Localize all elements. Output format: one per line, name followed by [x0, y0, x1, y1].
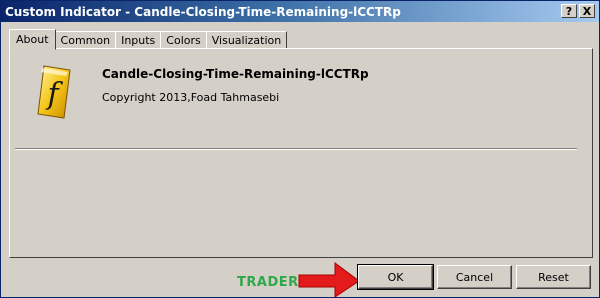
reset-button[interactable]: Reset: [516, 265, 591, 289]
tab-colors[interactable]: Colors: [160, 31, 207, 49]
separator: [15, 148, 577, 150]
tab-strip: About Common Inputs Colors Visualization: [9, 29, 288, 50]
tab-common[interactable]: Common: [54, 31, 117, 49]
watermark-part1: TRADER: [237, 275, 299, 290]
tab-about[interactable]: About: [9, 29, 56, 50]
title-bar[interactable]: Custom Indicator - Candle-Closing-Time-R…: [1, 1, 599, 22]
copyright-text: Copyright 2013,Foad Tahmasebi: [102, 91, 280, 104]
close-button[interactable]: X: [579, 4, 595, 18]
tab-visualization[interactable]: Visualization: [205, 31, 288, 49]
cancel-button[interactable]: Cancel: [437, 265, 512, 289]
function-f-icon: f: [37, 65, 71, 119]
tab-inputs[interactable]: Inputs: [115, 31, 162, 49]
ok-button[interactable]: OK: [357, 264, 434, 290]
help-button[interactable]: ?: [561, 4, 577, 18]
red-arrow-icon: [298, 262, 360, 298]
indicator-name: Candle-Closing-Time-Remaining-lCCTRp: [102, 67, 369, 81]
window-title: Custom Indicator - Candle-Closing-Time-R…: [5, 4, 401, 19]
custom-indicator-dialog: Custom Indicator - Candle-Closing-Time-R…: [0, 0, 600, 298]
